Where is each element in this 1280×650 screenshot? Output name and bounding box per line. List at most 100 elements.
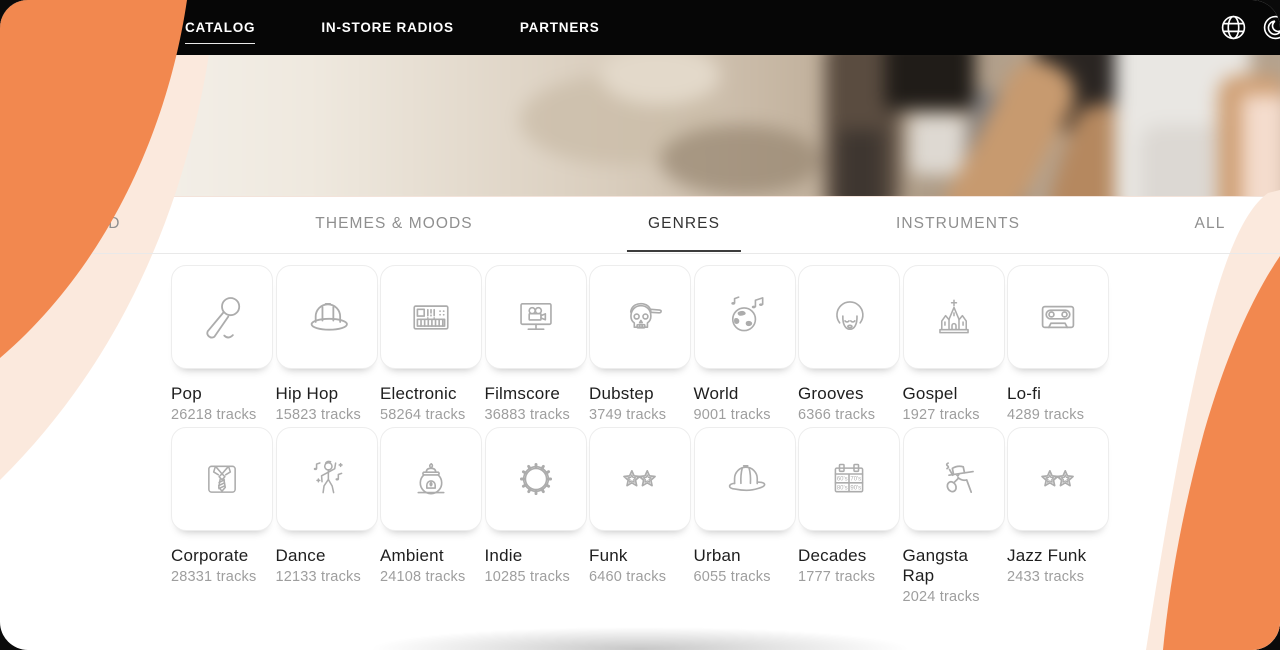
genre-card-grooves: Grooves 6366 tracks bbox=[798, 265, 900, 423]
cap-front-icon bbox=[298, 288, 356, 346]
genre-name: Urban bbox=[693, 546, 741, 565]
genre-tile[interactable] bbox=[902, 265, 1005, 369]
genre-tile[interactable] bbox=[693, 427, 796, 531]
genre-name: Pop bbox=[171, 384, 202, 403]
nav-item-partners[interactable]: PARTNERS bbox=[520, 20, 600, 35]
genre-card-corporate: Corporate 28331 tracks bbox=[171, 427, 273, 605]
afro-face-icon bbox=[820, 288, 878, 346]
genre-name: World bbox=[693, 384, 739, 403]
genre-track-count: 1927 tracks bbox=[902, 407, 980, 423]
genre-track-count: 24108 tracks bbox=[380, 569, 466, 585]
genre-name: Lo-fi bbox=[1007, 384, 1042, 403]
genre-tile[interactable] bbox=[902, 427, 1005, 531]
genre-tile[interactable] bbox=[275, 265, 378, 369]
genre-tile[interactable] bbox=[589, 265, 691, 369]
globe-notes-icon bbox=[716, 288, 774, 346]
church-icon bbox=[925, 288, 983, 346]
genre-card-world: World 9001 tracks bbox=[693, 265, 796, 423]
cassette-icon bbox=[1029, 288, 1087, 346]
calendar-decades-icon: 60's 70's 80's 90's bbox=[820, 450, 878, 508]
genre-tile[interactable] bbox=[171, 265, 273, 369]
genre-card-urban: Urban 6055 tracks bbox=[693, 427, 796, 605]
genre-card-hip-hop: Hip Hop 15823 tracks bbox=[275, 265, 378, 423]
genre-card-electronic: Electronic 58264 tracks bbox=[380, 265, 482, 423]
hero-photo-blur bbox=[0, 55, 1280, 196]
skull-cap-icon bbox=[611, 288, 669, 346]
genre-card-dance: Dance 12133 tracks bbox=[275, 427, 378, 605]
genre-track-count: 10285 tracks bbox=[484, 569, 570, 585]
genre-card-lo-fi: Lo-fi 4289 tracks bbox=[1007, 265, 1109, 423]
genre-track-count: 3749 tracks bbox=[589, 407, 667, 423]
video-camera-icon bbox=[507, 288, 565, 346]
genre-name: Decades bbox=[798, 546, 867, 565]
genre-name: Indie bbox=[484, 546, 523, 565]
genre-tile[interactable] bbox=[380, 265, 482, 369]
svg-text:60's: 60's bbox=[837, 476, 848, 482]
genre-card-gospel: Gospel 1927 tracks bbox=[902, 265, 1005, 423]
genre-tile[interactable] bbox=[484, 265, 587, 369]
genre-track-count: 58264 tracks bbox=[380, 407, 466, 423]
below-fold-shadow bbox=[360, 626, 920, 650]
tab-genres[interactable]: GENRES bbox=[648, 196, 720, 252]
genre-card-ambient: Ambient 24108 tracks bbox=[380, 427, 482, 605]
genre-tile[interactable] bbox=[798, 265, 900, 369]
gangsta-icon bbox=[925, 450, 983, 508]
genre-tile[interactable] bbox=[484, 427, 587, 531]
star-glasses-icon bbox=[611, 450, 669, 508]
genre-tile[interactable] bbox=[380, 427, 482, 531]
top-navbar: CATALOG IN-STORE RADIOS PARTNERS bbox=[0, 0, 1280, 55]
genre-name: Gospel bbox=[902, 384, 958, 403]
genre-tile[interactable] bbox=[693, 265, 796, 369]
tab-instruments[interactable]: INSTRUMENTS bbox=[896, 196, 1020, 252]
genre-card-filmscore: Filmscore 36883 tracks bbox=[484, 265, 587, 423]
genre-name: Dubstep bbox=[589, 384, 654, 403]
genre-name: Filmscore bbox=[484, 384, 560, 403]
dancer-icon bbox=[298, 450, 356, 508]
genre-name: Jazz Funk bbox=[1007, 546, 1087, 565]
svg-text:90's: 90's bbox=[850, 485, 861, 491]
genre-tile[interactable]: 60's 70's 80's 90's bbox=[798, 427, 900, 531]
svg-text:80's: 80's bbox=[837, 485, 848, 491]
genre-track-count: 4289 tracks bbox=[1007, 407, 1085, 423]
microphone-icon bbox=[193, 288, 251, 346]
shirt-tie-icon bbox=[193, 450, 251, 508]
genre-track-count: 1777 tracks bbox=[798, 569, 876, 585]
tab-featured[interactable]: FEATURED bbox=[29, 196, 120, 252]
cap-side-icon bbox=[716, 450, 774, 508]
genre-name: Ambient bbox=[380, 546, 444, 565]
navbar-icons bbox=[1219, 0, 1280, 55]
genre-card-gangsta-rap: Gangsta Rap 2024 tracks bbox=[902, 427, 1005, 605]
genre-track-count: 6055 tracks bbox=[693, 569, 771, 585]
genre-tile[interactable] bbox=[1007, 265, 1109, 369]
nav-item-in-store-radios[interactable]: IN-STORE RADIOS bbox=[321, 20, 454, 35]
genre-name: Electronic bbox=[380, 384, 457, 403]
genre-tile[interactable] bbox=[589, 427, 691, 531]
genre-tile[interactable] bbox=[1007, 427, 1109, 531]
globe-icon[interactable] bbox=[1219, 13, 1248, 42]
genre-tile[interactable] bbox=[275, 427, 378, 531]
genre-track-count: 9001 tracks bbox=[693, 407, 771, 423]
hero-image bbox=[0, 55, 1280, 197]
nav-item-catalog[interactable]: CATALOG bbox=[185, 20, 256, 44]
svg-text:70's: 70's bbox=[850, 476, 861, 482]
genre-track-count: 6366 tracks bbox=[798, 407, 876, 423]
genre-track-count: 6460 tracks bbox=[589, 569, 667, 585]
genre-grid: Pop 26218 tracks Hip Hop 15823 tracks El… bbox=[171, 265, 1109, 605]
app-window: CATALOG IN-STORE RADIOS PARTNERS FEATURE… bbox=[0, 0, 1280, 650]
genre-card-dubstep: Dubstep 3749 tracks bbox=[589, 265, 691, 423]
genre-card-indie: Indie 10285 tracks bbox=[484, 427, 587, 605]
aroma-lamp-icon bbox=[402, 450, 460, 508]
star-glasses-icon bbox=[1029, 450, 1087, 508]
genre-track-count: 26218 tracks bbox=[171, 407, 257, 423]
tab-themes-moods[interactable]: THEMES & MOODS bbox=[315, 196, 473, 252]
genre-name: Dance bbox=[275, 546, 326, 565]
synthesizer-icon bbox=[402, 288, 460, 346]
genre-card-pop: Pop 26218 tracks bbox=[171, 265, 273, 423]
account-icon[interactable] bbox=[1261, 13, 1280, 42]
genre-track-count: 28331 tracks bbox=[171, 569, 257, 585]
genre-name: Gangsta Rap bbox=[902, 546, 969, 585]
tab-all[interactable]: ALL bbox=[1195, 196, 1226, 252]
genre-card-jazz-funk: Jazz Funk 2433 tracks bbox=[1007, 427, 1109, 605]
genre-tile[interactable] bbox=[171, 427, 273, 531]
genre-name: Hip Hop bbox=[275, 384, 339, 403]
